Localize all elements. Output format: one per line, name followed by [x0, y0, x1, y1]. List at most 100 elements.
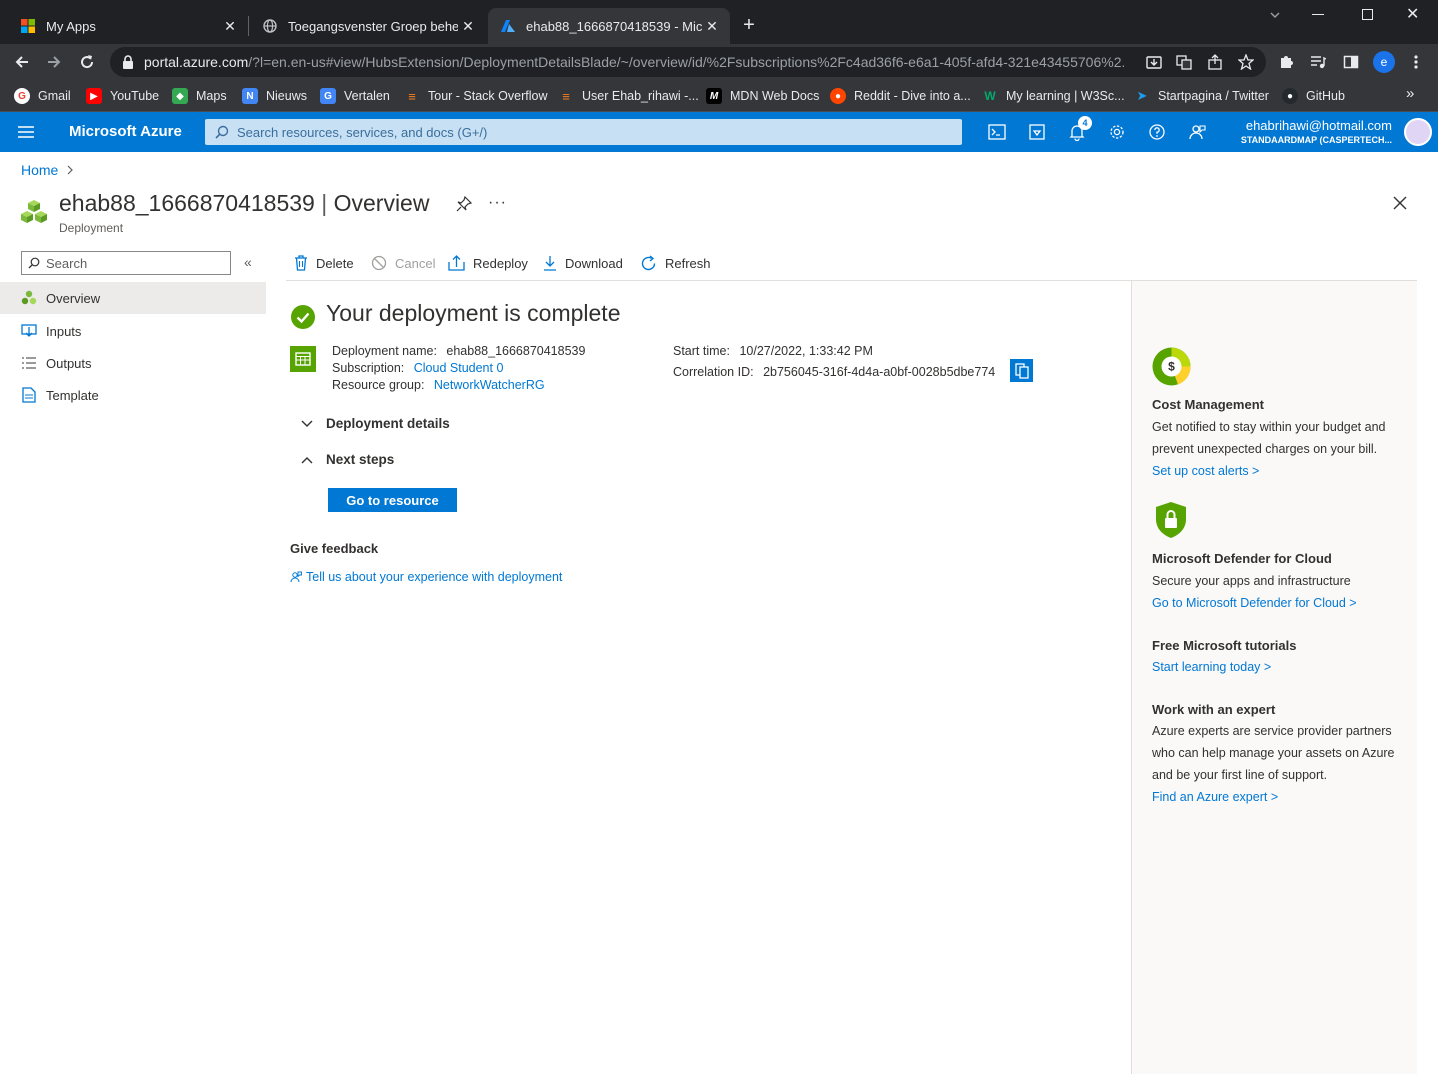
close-blade-icon[interactable] — [1393, 196, 1407, 210]
new-tab-button[interactable]: + — [738, 14, 760, 36]
close-tab-icon[interactable]: ✕ — [458, 16, 478, 36]
browser-tab[interactable]: Toegangsvenster Groep beheren ✕ — [250, 8, 486, 44]
translate-page-icon[interactable] — [1170, 48, 1198, 76]
media-queue-icon[interactable] — [1304, 48, 1332, 76]
bookmark-stackoverflow-user[interactable]: ≡ User Ehab_rihawi -... — [558, 86, 699, 106]
account-email: ehabrihawi@hotmail.com — [1245, 118, 1392, 133]
extensions-puzzle-icon[interactable] — [1272, 48, 1300, 76]
bookmark-stackoverflow-tour[interactable]: ≡ Tour - Stack Overflow — [404, 86, 547, 106]
pin-icon[interactable] — [456, 196, 472, 212]
start-time-row: Start time: 10/27/2022, 1:33:42 PM — [673, 344, 873, 358]
globe-icon — [262, 18, 278, 34]
redeploy-button[interactable]: Redeploy — [448, 250, 528, 276]
breadcrumb-home-link[interactable]: Home — [21, 162, 58, 178]
page-title: ehab88_1666870418539 | Overview — [59, 190, 430, 216]
menu-item-inputs[interactable]: Inputs — [0, 315, 266, 347]
cost-alerts-link[interactable]: Set up cost alerts > — [1152, 464, 1259, 478]
deployment-name-value: ehab88_1666870418539 — [446, 344, 586, 358]
delete-label: Delete — [316, 255, 354, 271]
bookmark-reddit[interactable]: ● Reddit - Dive into a... — [830, 86, 971, 106]
close-tab-icon[interactable]: ✕ — [702, 16, 722, 36]
stackoverflow-icon: ≡ — [408, 88, 416, 104]
bookmark-youtube[interactable]: ▶ YouTube — [86, 86, 159, 106]
bookmark-gmail[interactable]: G Gmail — [14, 86, 71, 106]
bookmark-github[interactable]: ● GitHub — [1282, 86, 1345, 106]
menu-search-input[interactable]: Search — [21, 251, 231, 275]
bookmark-vertalen[interactable]: G Vertalen — [320, 86, 390, 106]
minimize-window-button[interactable] — [1312, 14, 1324, 15]
chevron-up-icon — [300, 455, 314, 465]
feedback-link[interactable]: Tell us about your experience with deplo… — [290, 570, 562, 584]
maximize-window-button[interactable] — [1362, 9, 1373, 20]
menu-item-template[interactable]: Template — [0, 379, 266, 411]
menu-item-label: Overview — [46, 290, 101, 306]
deployment-name-row: Deployment name: ehab88_1666870418539 — [332, 344, 585, 358]
defender-link[interactable]: Go to Microsoft Defender for Cloud > — [1152, 596, 1357, 610]
share-icon[interactable] — [1201, 48, 1229, 76]
forward-arrow-icon[interactable] — [40, 48, 68, 76]
menu-item-overview[interactable]: Overview — [0, 282, 266, 314]
search-icon — [215, 125, 229, 139]
subscription-link[interactable]: Cloud Student 0 — [414, 361, 504, 375]
refresh-label: Refresh — [665, 255, 711, 271]
directory-filter-icon[interactable] — [1025, 120, 1049, 144]
defender-title: Microsoft Defender for Cloud — [1152, 551, 1332, 566]
go-to-resource-button[interactable]: Go to resource — [328, 488, 457, 512]
account-info[interactable]: ehabrihawi@hotmail.com STANDAARDMAP (CAS… — [1241, 118, 1392, 145]
feedback-person-icon — [290, 571, 302, 583]
back-arrow-icon[interactable] — [8, 48, 36, 76]
tab-search-chevron-icon[interactable] — [1268, 8, 1282, 22]
notifications-bell-icon[interactable]: 4 — [1065, 116, 1092, 144]
youtube-icon: ▶ — [86, 88, 102, 104]
bookmark-w3schools[interactable]: W My learning | W3Sc... — [982, 86, 1124, 106]
settings-gear-icon[interactable] — [1105, 120, 1129, 144]
reload-icon[interactable] — [73, 48, 101, 76]
more-options-ellipsis-icon[interactable]: ··· — [488, 194, 507, 212]
lock-icon[interactable] — [122, 55, 134, 69]
refresh-icon — [640, 254, 657, 272]
cancel-button[interactable]: Cancel — [371, 250, 435, 276]
delete-button[interactable]: Delete — [294, 250, 354, 276]
bookmark-maps[interactable]: ◆ Maps — [172, 86, 227, 106]
install-app-icon[interactable] — [1140, 48, 1168, 76]
feedback-link-text: Tell us about your experience with deplo… — [306, 570, 563, 584]
chevron-right-icon — [66, 165, 74, 175]
browser-toolbar: portal.azure.com/?l=en.en-us#view/HubsEx… — [0, 44, 1438, 80]
download-arrow-icon — [543, 255, 557, 271]
bookmark-nieuws[interactable]: N Nieuws — [242, 86, 307, 106]
address-bar[interactable]: portal.azure.com/?l=en.en-us#view/HubsEx… — [110, 47, 1266, 77]
download-button[interactable]: Download — [543, 250, 623, 276]
deployment-details-label: Deployment details — [326, 416, 450, 431]
close-tab-icon[interactable]: ✕ — [220, 16, 240, 36]
browser-tab[interactable]: My Apps ✕ — [8, 8, 248, 44]
cloud-shell-icon[interactable] — [985, 120, 1009, 144]
collapse-menu-icon[interactable]: « — [244, 254, 252, 270]
profile-avatar[interactable]: e — [1373, 51, 1395, 73]
bookmark-mdn[interactable]: M MDN Web Docs — [706, 86, 819, 106]
account-avatar[interactable] — [1404, 118, 1432, 146]
bookmark-label: MDN Web Docs — [730, 89, 820, 103]
close-window-button[interactable]: ✕ — [1406, 4, 1419, 24]
side-panel-icon[interactable] — [1337, 48, 1365, 76]
portal-menu-hamburger-icon[interactable] — [18, 125, 34, 139]
azure-brand[interactable]: Microsoft Azure — [69, 123, 182, 140]
gmail-icon: G — [14, 88, 30, 104]
help-question-icon[interactable] — [1145, 120, 1169, 144]
tutorials-link[interactable]: Start learning today > — [1152, 660, 1271, 674]
more-menu-icon[interactable] — [1402, 48, 1430, 76]
copy-correlation-id-button[interactable] — [1010, 359, 1033, 382]
resource-group-link[interactable]: NetworkWatcherRG — [434, 378, 545, 392]
bookmark-twitter[interactable]: ➤ Startpagina / Twitter — [1134, 86, 1269, 106]
refresh-button[interactable]: Refresh — [640, 250, 711, 276]
next-steps-toggle[interactable]: Next steps — [300, 452, 394, 467]
account-directory: STANDAARDMAP (CASPERTECH... — [1240, 135, 1392, 145]
more-bookmarks-chevron-icon[interactable]: » — [1406, 85, 1414, 102]
menu-item-outputs[interactable]: Outputs — [0, 347, 266, 379]
expert-link[interactable]: Find an Azure expert > — [1152, 790, 1278, 804]
bookmark-star-icon[interactable] — [1232, 48, 1260, 76]
browser-tab-active[interactable]: ehab88_1666870418539 - Micros ✕ — [488, 8, 730, 44]
deployment-details-toggle[interactable]: Deployment details — [300, 416, 450, 431]
bookmark-label: Reddit - Dive into a... — [854, 89, 971, 103]
global-search-input[interactable]: Search resources, services, and docs (G+… — [205, 119, 962, 145]
feedback-person-icon[interactable] — [1185, 120, 1209, 144]
